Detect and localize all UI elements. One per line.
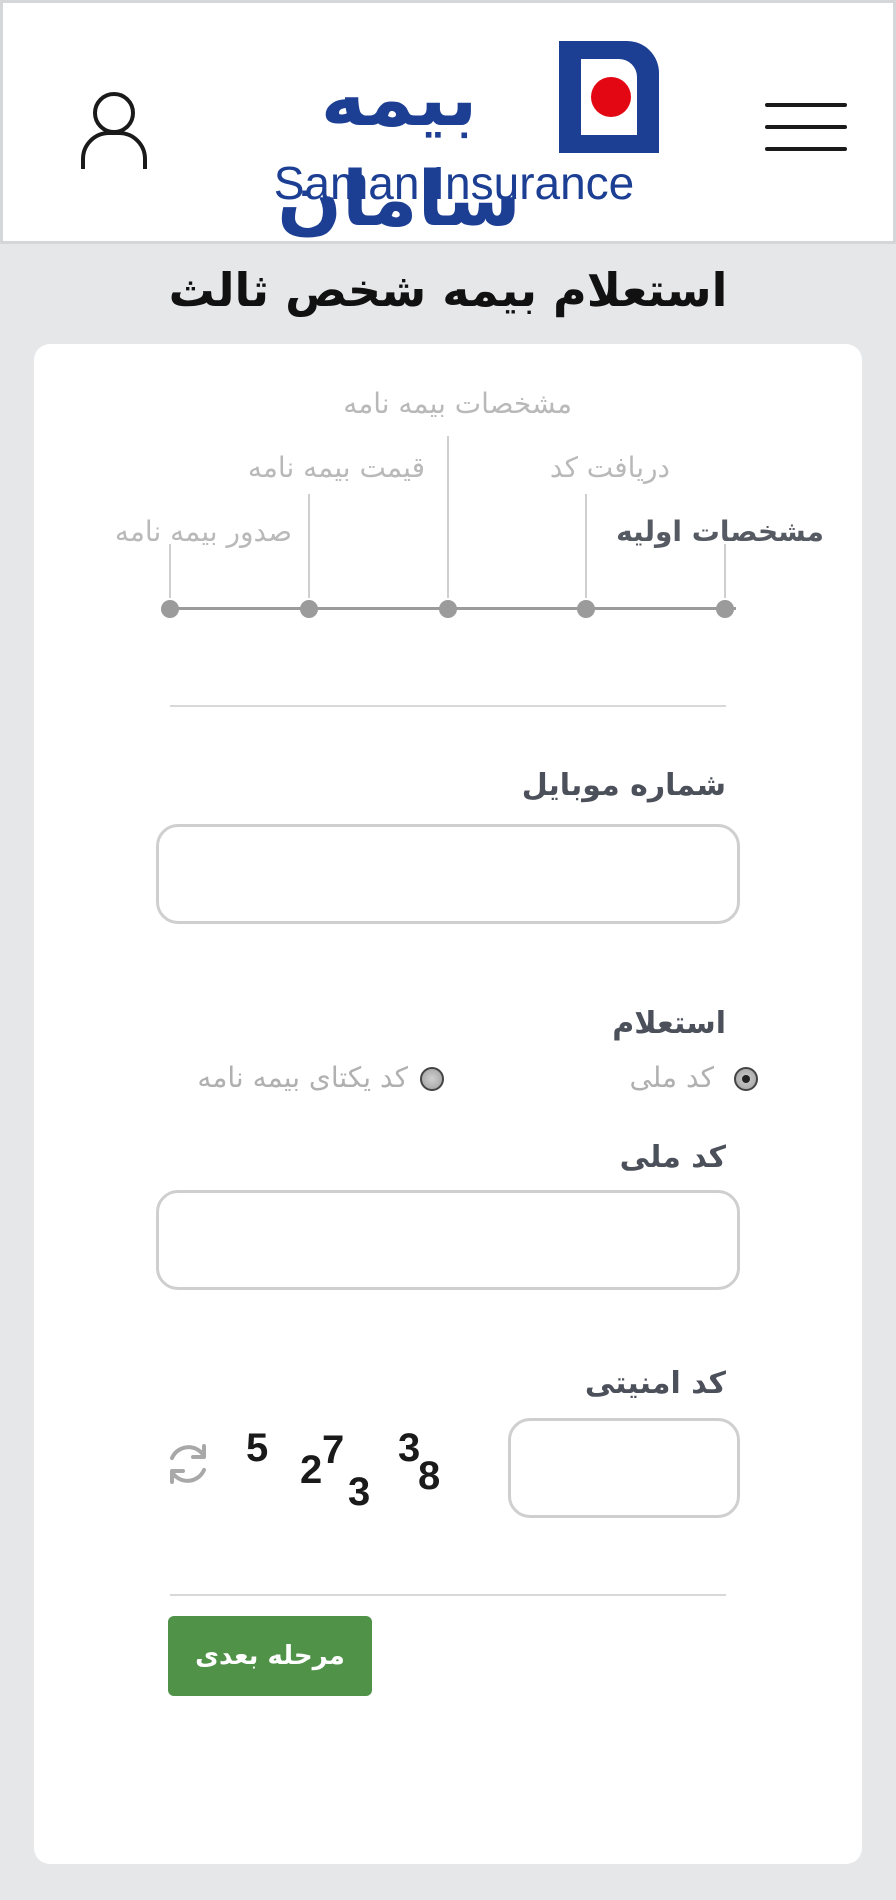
captcha-char: 3 (398, 1426, 421, 1470)
step-dot (439, 600, 457, 618)
saman-insurance-logo[interactable]: بیمه سامان Saman Insurance (249, 39, 659, 243)
next-step-button[interactable]: مرحله بعدی (168, 1616, 372, 1696)
captcha-char: 2 (300, 1448, 323, 1492)
radio-national-code-circle[interactable] (734, 1067, 758, 1091)
radio-national-code-label: کد ملی (629, 1061, 714, 1094)
inquiry-form-card: مشخصات اولیه دریافت کد مشخصات بیمه نامه … (34, 344, 862, 1864)
radio-unique-policy-code-circle[interactable] (420, 1067, 444, 1091)
step-dot (716, 600, 734, 618)
step-connector (585, 494, 587, 598)
national-code-label: کد ملی (619, 1140, 726, 1175)
logo-mark-icon (559, 41, 659, 153)
radio-unique-policy-code[interactable]: کد یکتای بیمه نامه (174, 1058, 444, 1098)
step-label-receive-code: دریافت کد (549, 451, 670, 484)
step-connector (308, 494, 310, 598)
refresh-captcha-icon[interactable] (162, 1438, 214, 1490)
captcha-char: 3 (348, 1470, 371, 1514)
mobile-label: شماره موبایل (521, 768, 726, 803)
captcha-char: 7 (322, 1428, 345, 1472)
logo-english-text: Saman Insurance (273, 157, 635, 209)
divider (170, 1594, 726, 1596)
step-label-initial-info: مشخصات اولیه (616, 515, 824, 548)
step-label-policy-issue: صدور بیمه نامه (114, 515, 292, 548)
security-code-input[interactable] (508, 1418, 740, 1518)
app-header: بیمه سامان Saman Insurance (0, 0, 896, 244)
divider (170, 705, 726, 707)
security-code-label: کد امنیتی (584, 1366, 726, 1401)
step-label-policy-details: مشخصات بیمه نامه (343, 387, 572, 420)
captcha-char: 5 (246, 1426, 269, 1470)
mobile-input[interactable] (156, 824, 740, 924)
step-dot (161, 600, 179, 618)
logo-persian-text: بیمه سامان (277, 54, 523, 243)
radio-unique-policy-code-label: کد یکتای بیمه نامه (197, 1061, 408, 1094)
step-connector (447, 436, 449, 598)
step-connector (169, 544, 171, 598)
hamburger-menu-icon[interactable] (761, 101, 849, 157)
national-code-input[interactable] (156, 1190, 740, 1290)
inquiry-type-label: استعلام (612, 1006, 726, 1041)
step-connector (724, 544, 726, 598)
page-title: استعلام بیمه شخص ثالث (168, 263, 728, 317)
step-dot (577, 600, 595, 618)
user-profile-icon[interactable] (79, 89, 149, 171)
radio-national-code[interactable]: کد ملی (444, 1058, 764, 1098)
step-dot (300, 600, 318, 618)
captcha-char: 8 (418, 1454, 441, 1498)
step-label-policy-price: قیمت بیمه نامه (247, 451, 425, 484)
